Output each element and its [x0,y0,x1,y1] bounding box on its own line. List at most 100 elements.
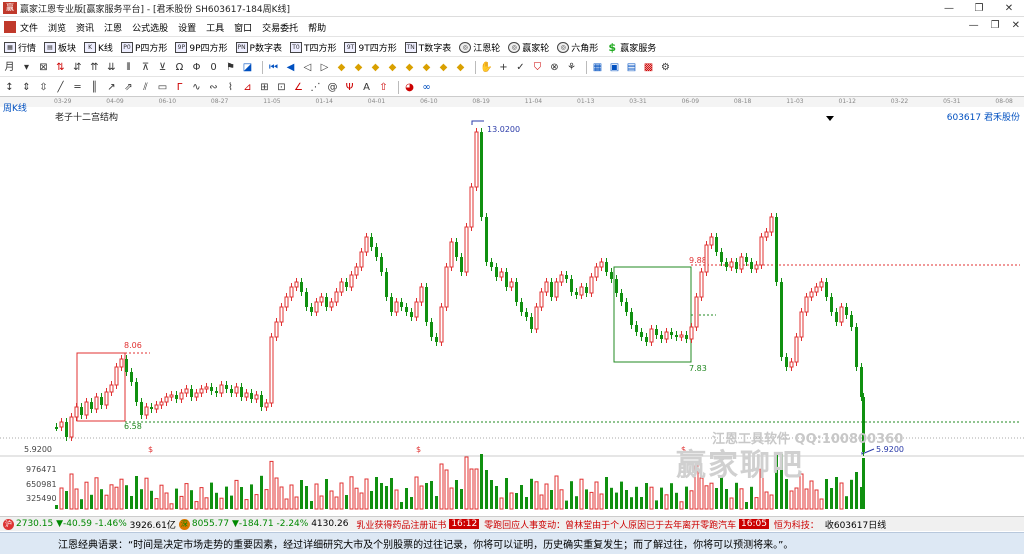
gann-wheel-button[interactable]: ◎ 江恩轮 [459,41,500,54]
prev-icon[interactable]: ◀ [284,61,297,74]
kline-button[interactable]: K K线 [84,41,113,54]
forward-icon[interactable]: ▷ [318,61,331,74]
tree-icon[interactable]: ⚘ [565,61,578,74]
print-icon[interactable]: ▤ [625,61,638,74]
period-dropdown-icon[interactable]: 月 [3,61,16,74]
winner-service-button[interactable]: $ 赢家服务 [606,41,656,54]
pct-scale-icon[interactable]: ⇳ [37,81,50,94]
flag-icon[interactable]: ⚑ [224,61,237,74]
menu-tools[interactable]: 工具 [206,21,224,34]
zoom-out-icon[interactable]: ◆ [352,61,365,74]
candle [274,321,279,338]
9p-square-button[interactable]: 9P 9P四方形 [175,41,228,54]
gann-grid-icon[interactable]: ⊞ [258,81,271,94]
quote-button[interactable]: ▦ 行情 [4,41,36,54]
fan-tool-icon[interactable]: ⊼ [139,61,152,74]
winner-wheel-button[interactable]: ◎ 赢家轮 [508,41,549,54]
menu-trade[interactable]: 交易委托 [262,21,298,34]
camera-icon[interactable]: ▩ [642,61,655,74]
menu-help[interactable]: 帮助 [308,21,326,34]
mdi-close-button[interactable]: ✕ [1012,20,1020,31]
hand-icon[interactable]: ✋ [480,61,493,74]
select-icon[interactable]: ⊠ [37,61,50,74]
menu-browse[interactable]: 浏览 [48,21,66,34]
news-item-3[interactable]: 恒为科技： [774,518,819,531]
t-square-button[interactable]: T0 T四方形 [289,41,336,54]
vertical-line-icon[interactable]: ║ [88,81,101,94]
log-scale-icon[interactable]: ⇕ [20,81,33,94]
p-number-table-button[interactable]: PN P数字表 [235,41,282,54]
p-square-button[interactable]: P0 P四方形 [120,41,167,54]
expand-icon[interactable]: ◆ [437,61,450,74]
pitchfork-icon[interactable]: Ψ [343,81,356,94]
collapse-icon[interactable]: ◆ [454,61,467,74]
network-icon[interactable]: ⚙ [659,61,672,74]
up-arrow-mark-icon[interactable]: ⇧ [377,81,390,94]
split-icon[interactable]: ⊗ [548,61,561,74]
parallel-tool-icon[interactable]: ⇵ [71,61,84,74]
mdi-minimize-button[interactable]: — [969,20,979,31]
menu-settings[interactable]: 设置 [178,21,196,34]
sz-index[interactable]: 8055.77 [192,519,229,529]
mdi-restore-button[interactable]: ❐ [991,20,1000,31]
price-channel-icon[interactable]: ⫽ [139,81,152,94]
zero-tool-icon[interactable]: 0 [207,61,220,74]
text-icon[interactable]: A [360,81,373,94]
circle-tool-icon[interactable]: Ω [173,61,186,74]
maximize-button[interactable]: ❐ [964,0,994,17]
save-icon[interactable]: ▣ [608,61,621,74]
news-item-1[interactable]: 乳业获得药品注册证书 [356,518,446,531]
linear-scale-icon[interactable]: ↕ [3,81,16,94]
minimize-button[interactable]: — [934,0,964,17]
fork-tool-icon[interactable]: ⇈ [88,61,101,74]
fibo-time-icon[interactable]: ⌇ [224,81,237,94]
trend-line-icon[interactable]: ╱ [54,81,67,94]
ray-line-icon[interactable]: ↗ [105,81,118,94]
t-number-table-button[interactable]: TN T数字表 [404,41,451,54]
menu-gann[interactable]: 江恩 [104,21,122,34]
channel-tool-icon[interactable]: ⫴ [122,61,135,74]
color-icon[interactable]: ◕ [403,81,416,94]
spiral-icon[interactable]: @ [326,81,339,94]
back-icon[interactable]: ◁ [301,61,314,74]
gann-fan-icon[interactable]: ⊻ [156,61,169,74]
horizontal-line-icon[interactable]: ═ [71,81,84,94]
scroll-left-icon[interactable]: ◆ [369,61,382,74]
fibo-fan-icon[interactable]: ⊿ [241,81,254,94]
sh-index[interactable]: 2730.15 [16,519,53,529]
menu-file[interactable]: 文件 [20,21,38,34]
up-icon[interactable]: ◆ [403,61,416,74]
menu-formula[interactable]: 公式选股 [132,21,168,34]
rect-icon[interactable]: ▭ [156,81,169,94]
shield-icon[interactable]: ⛉ [531,61,544,74]
first-icon[interactable]: ⏮ [267,61,280,74]
crosshair-icon[interactable]: + [497,61,510,74]
menu-window[interactable]: 窗口 [234,21,252,34]
hexagon-button[interactable]: ◎ 六角形 [557,41,598,54]
ray-tool-icon[interactable]: ⇊ [105,61,118,74]
volume-bar [274,477,279,510]
sector-button[interactable]: ▤ 板块 [44,41,76,54]
calendar-icon[interactable]: ▦ [591,61,604,74]
arrow-line-icon[interactable]: ⇗ [122,81,135,94]
kline-chart[interactable]: 8.06 6.58 9.88 7.83 13.0200 5.9200 5.920… [0,97,1024,515]
gann-square-icon[interactable]: ⊡ [275,81,288,94]
news-item-2[interactable]: 零跑回应人事变动：曾林堂由于个人原因已于去年离开零跑汽车 [484,518,736,531]
speed-line-icon[interactable]: ⋰ [309,81,322,94]
gann-angle-icon[interactable]: ∠ [292,81,305,94]
9t-square-button[interactable]: 9T 9T四方形 [344,41,397,54]
phase-tool-icon[interactable]: Φ [190,61,203,74]
zoom-in-icon[interactable]: ◆ [335,61,348,74]
menu-news[interactable]: 资讯 [76,21,94,34]
golden-ratio-icon[interactable]: Γ [173,81,186,94]
line-tool-icon[interactable]: ⇅ [54,61,67,74]
chart-type-icon[interactable]: ◪ [241,61,254,74]
sine-icon[interactable]: ∿ [190,81,203,94]
infinity-icon[interactable]: ∞ [420,81,433,94]
cycle-icon[interactable]: ∾ [207,81,220,94]
close-button[interactable]: ✕ [994,0,1024,17]
check-icon[interactable]: ✓ [514,61,527,74]
sort-icon[interactable]: ▾ [20,61,33,74]
down-icon[interactable]: ◆ [420,61,433,74]
scroll-right-icon[interactable]: ◆ [386,61,399,74]
